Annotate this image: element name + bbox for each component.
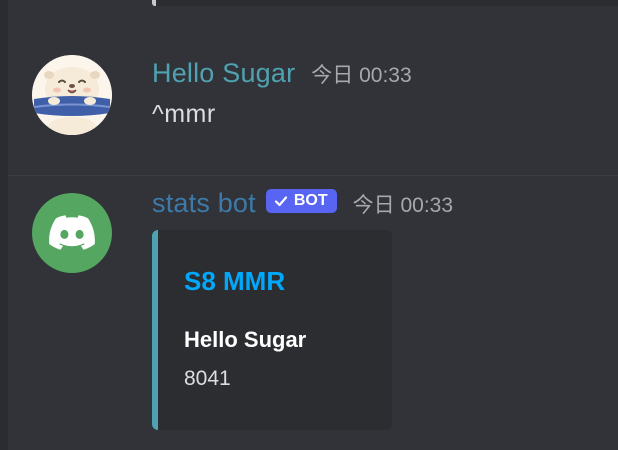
previous-embed-accent-bar <box>152 0 156 6</box>
embed: S8 MMR Hello Sugar 8041 <box>152 230 392 430</box>
message-content: ^mmr <box>152 100 216 128</box>
timestamp[interactable]: 今日 00:33 <box>311 59 411 89</box>
bot-badge-label: BOT <box>293 192 328 209</box>
embed-field-name: Hello Sugar <box>184 327 307 352</box>
left-gutter <box>0 0 8 450</box>
check-icon <box>274 196 287 207</box>
message-stats-bot[interactable]: stats bot BOT 今日 00:33 S8 MMR Hello Suga… <box>8 172 618 450</box>
message-hello-sugar[interactable]: Hello Sugar 今日 00:33 ^mmr <box>8 22 618 172</box>
message-header: Hello Sugar 今日 00:33 <box>152 58 412 89</box>
username[interactable]: stats bot <box>152 188 256 219</box>
message-header: stats bot BOT 今日 00:33 <box>152 188 453 219</box>
discord-logo-icon[interactable] <box>32 193 112 273</box>
embed-field-value: 8041 <box>184 367 231 390</box>
username[interactable]: Hello Sugar <box>152 58 295 89</box>
embed-title: S8 MMR <box>184 266 286 296</box>
otter-avatar-icon[interactable] <box>32 55 112 135</box>
timestamp[interactable]: 今日 00:33 <box>353 189 453 219</box>
embed-accent-bar <box>152 230 158 430</box>
previous-embed <box>152 0 618 6</box>
bot-badge: BOT <box>265 189 337 213</box>
